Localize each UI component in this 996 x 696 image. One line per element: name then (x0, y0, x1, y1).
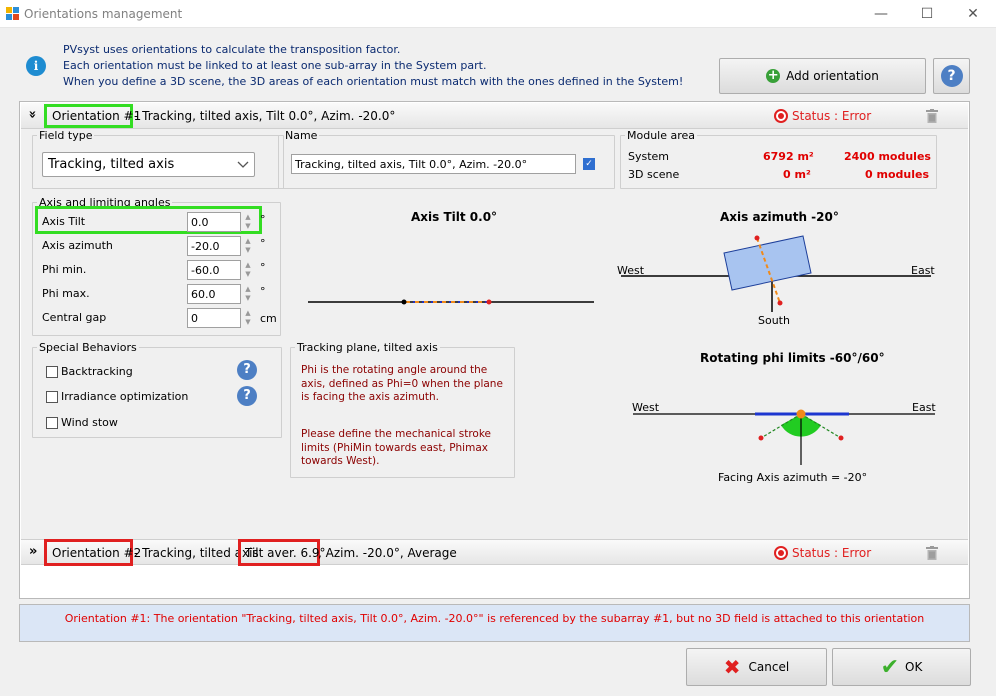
central-gap-label: Central gap (42, 311, 107, 324)
name-checkbox[interactable]: ✓ (583, 158, 595, 170)
help-button[interactable]: ? (933, 58, 970, 94)
minimize-button[interactable]: — (858, 0, 904, 28)
module-area-system-label: System (628, 150, 670, 163)
central-gap-spinner[interactable]: ▲ ▼ (241, 308, 255, 328)
error-status-icon (774, 109, 788, 123)
phi-limits-diagram-title: Rotating phi limits -60°/60° (700, 351, 885, 365)
tracking-info-para2: Please define the mechanical stroke limi… (301, 428, 492, 467)
phi-min-input[interactable]: -60.0 (187, 260, 241, 280)
info-text: PVsyst uses orientations to calculate th… (63, 42, 683, 90)
azimuth-south-label: South (758, 314, 790, 327)
orientations-panel: » Orientation #1 - Tracking, tilted axis… (19, 101, 970, 599)
module-area-system-modules: 2400 modules (844, 150, 931, 163)
help-icon: ? (940, 65, 963, 87)
orientation-2-tilt: Tilt aver. 6.9° (245, 546, 326, 560)
backtracking-label[interactable]: Backtracking (61, 365, 133, 378)
phi-max-spinner[interactable]: ▲ ▼ (241, 284, 255, 304)
orientation-2-name: Orientation #2 (52, 546, 142, 560)
expand-icon[interactable]: » (29, 544, 37, 559)
phi-min-spinner[interactable]: ▲ ▼ (241, 260, 255, 280)
orientation-1-body: Field type Tracking, tilted axis Name Tr… (21, 129, 968, 539)
backtracking-help-icon[interactable]: ? (237, 360, 257, 380)
phi-limits-diagram (633, 409, 935, 465)
checkmark-icon: ✔ (880, 654, 900, 680)
axis-azimuth-unit: ° (260, 237, 266, 250)
module-area-3d-label: 3D scene (628, 168, 680, 181)
phi-max-input[interactable]: 60.0 (187, 284, 241, 304)
title-bar: Orientations management — ☐ ✕ (0, 0, 996, 28)
info-line: When you define a 3D scene, the 3D areas… (63, 75, 684, 88)
cross-icon: ✖ (723, 655, 741, 679)
add-orientation-button[interactable]: + Add orientation (719, 58, 926, 94)
axis-azimuth-diagram-title: Axis azimuth -20° (720, 210, 839, 224)
cancel-button[interactable]: ✖ Cancel (686, 648, 827, 686)
trash-icon[interactable] (926, 546, 938, 560)
axis-tilt-diagram (308, 299, 594, 305)
plus-icon: + (766, 68, 781, 83)
close-button[interactable]: ✕ (950, 0, 996, 28)
orientation-name-input[interactable]: Tracking, tilted axis, Tilt 0.0°, Azim. … (291, 154, 576, 174)
orientation-1-summary: - Tracking, tilted axis, Tilt 0.0°, Azim… (134, 109, 396, 123)
maximize-button[interactable]: ☐ (904, 0, 950, 28)
axis-azimuth-spinner[interactable]: ▲ ▼ (241, 236, 255, 256)
central-gap-input[interactable]: 0 (187, 308, 241, 328)
irradiance-optimization-checkbox[interactable] (46, 391, 58, 403)
phi-max-unit: ° (260, 285, 266, 298)
error-message-bar: Orientation #1: The orientation "Trackin… (19, 604, 970, 642)
central-gap-unit: cm (260, 312, 277, 325)
info-line: Each orientation must be linked to at le… (63, 59, 487, 72)
info-icon: i (26, 56, 46, 76)
module-area-legend: Module area (627, 129, 696, 142)
irradiance-help-icon[interactable]: ? (237, 386, 257, 406)
special-behaviors-legend: Special Behaviors (39, 341, 137, 354)
cancel-label: Cancel (748, 660, 790, 674)
phi-facing-label: Facing Axis azimuth = -20° (718, 471, 868, 484)
axis-azimuth-diagram (621, 235, 931, 312)
ok-button[interactable]: ✔ OK (832, 648, 971, 686)
wind-stow-label[interactable]: Wind stow (61, 416, 118, 429)
orientation-2-status: Status : Error (792, 546, 872, 560)
orientation-2-summary-b: , Azim. -20.0°, Average (318, 546, 457, 560)
chevron-down-icon (237, 161, 249, 168)
field-type-dropdown[interactable]: Tracking, tilted axis (42, 152, 255, 177)
window-title: Orientations management (24, 7, 183, 21)
orientation-1-header[interactable]: » Orientation #1 - Tracking, tilted axis… (21, 103, 968, 129)
axis-tilt-spinner[interactable]: ▲ ▼ (241, 212, 255, 232)
axis-tilt-label: Axis Tilt (42, 215, 86, 228)
error-status-icon (774, 546, 788, 560)
add-orientation-label: Add orientation (786, 69, 879, 83)
axis-tilt-diagram-title: Axis Tilt 0.0° (411, 210, 498, 224)
module-area-3d-modules: 0 modules (865, 168, 929, 181)
axis-tilt-input[interactable]: 0.0 (187, 212, 241, 232)
field-type-legend: Field type (39, 129, 93, 142)
name-legend: Name (285, 129, 318, 142)
axis-azimuth-input[interactable]: -20.0 (187, 236, 241, 256)
collapse-icon[interactable]: » (25, 110, 40, 118)
module-area-3d-area: 0 m² (783, 168, 811, 181)
orientation-1-status: Status : Error (792, 109, 872, 123)
backtracking-checkbox[interactable] (46, 366, 58, 378)
module-area-system-area: 6792 m² (763, 150, 814, 163)
phi-min-unit: ° (260, 261, 266, 274)
app-icon (6, 7, 20, 21)
phi-max-label: Phi max. (42, 287, 90, 300)
tracking-info-legend: Tracking plane, tilted axis (297, 341, 438, 354)
axis-tilt-unit: ° (260, 213, 266, 226)
trash-icon[interactable] (926, 109, 938, 123)
tracking-info-para1: Phi is the rotating angle around the axi… (301, 364, 503, 403)
irradiance-optimization-label[interactable]: Irradiance optimization (61, 390, 188, 403)
field-type-value: Tracking, tilted axis (48, 157, 175, 172)
ok-label: OK (905, 660, 923, 674)
orientation-1-name: Orientation #1 (52, 109, 142, 123)
info-line: PVsyst uses orientations to calculate th… (63, 43, 401, 56)
orientation-2-header[interactable]: » Orientation #2 - Tracking, tilted axis… (21, 539, 968, 566)
axis-azimuth-label: Axis azimuth (42, 239, 113, 252)
wind-stow-checkbox[interactable] (46, 417, 58, 429)
phi-min-label: Phi min. (42, 263, 87, 276)
